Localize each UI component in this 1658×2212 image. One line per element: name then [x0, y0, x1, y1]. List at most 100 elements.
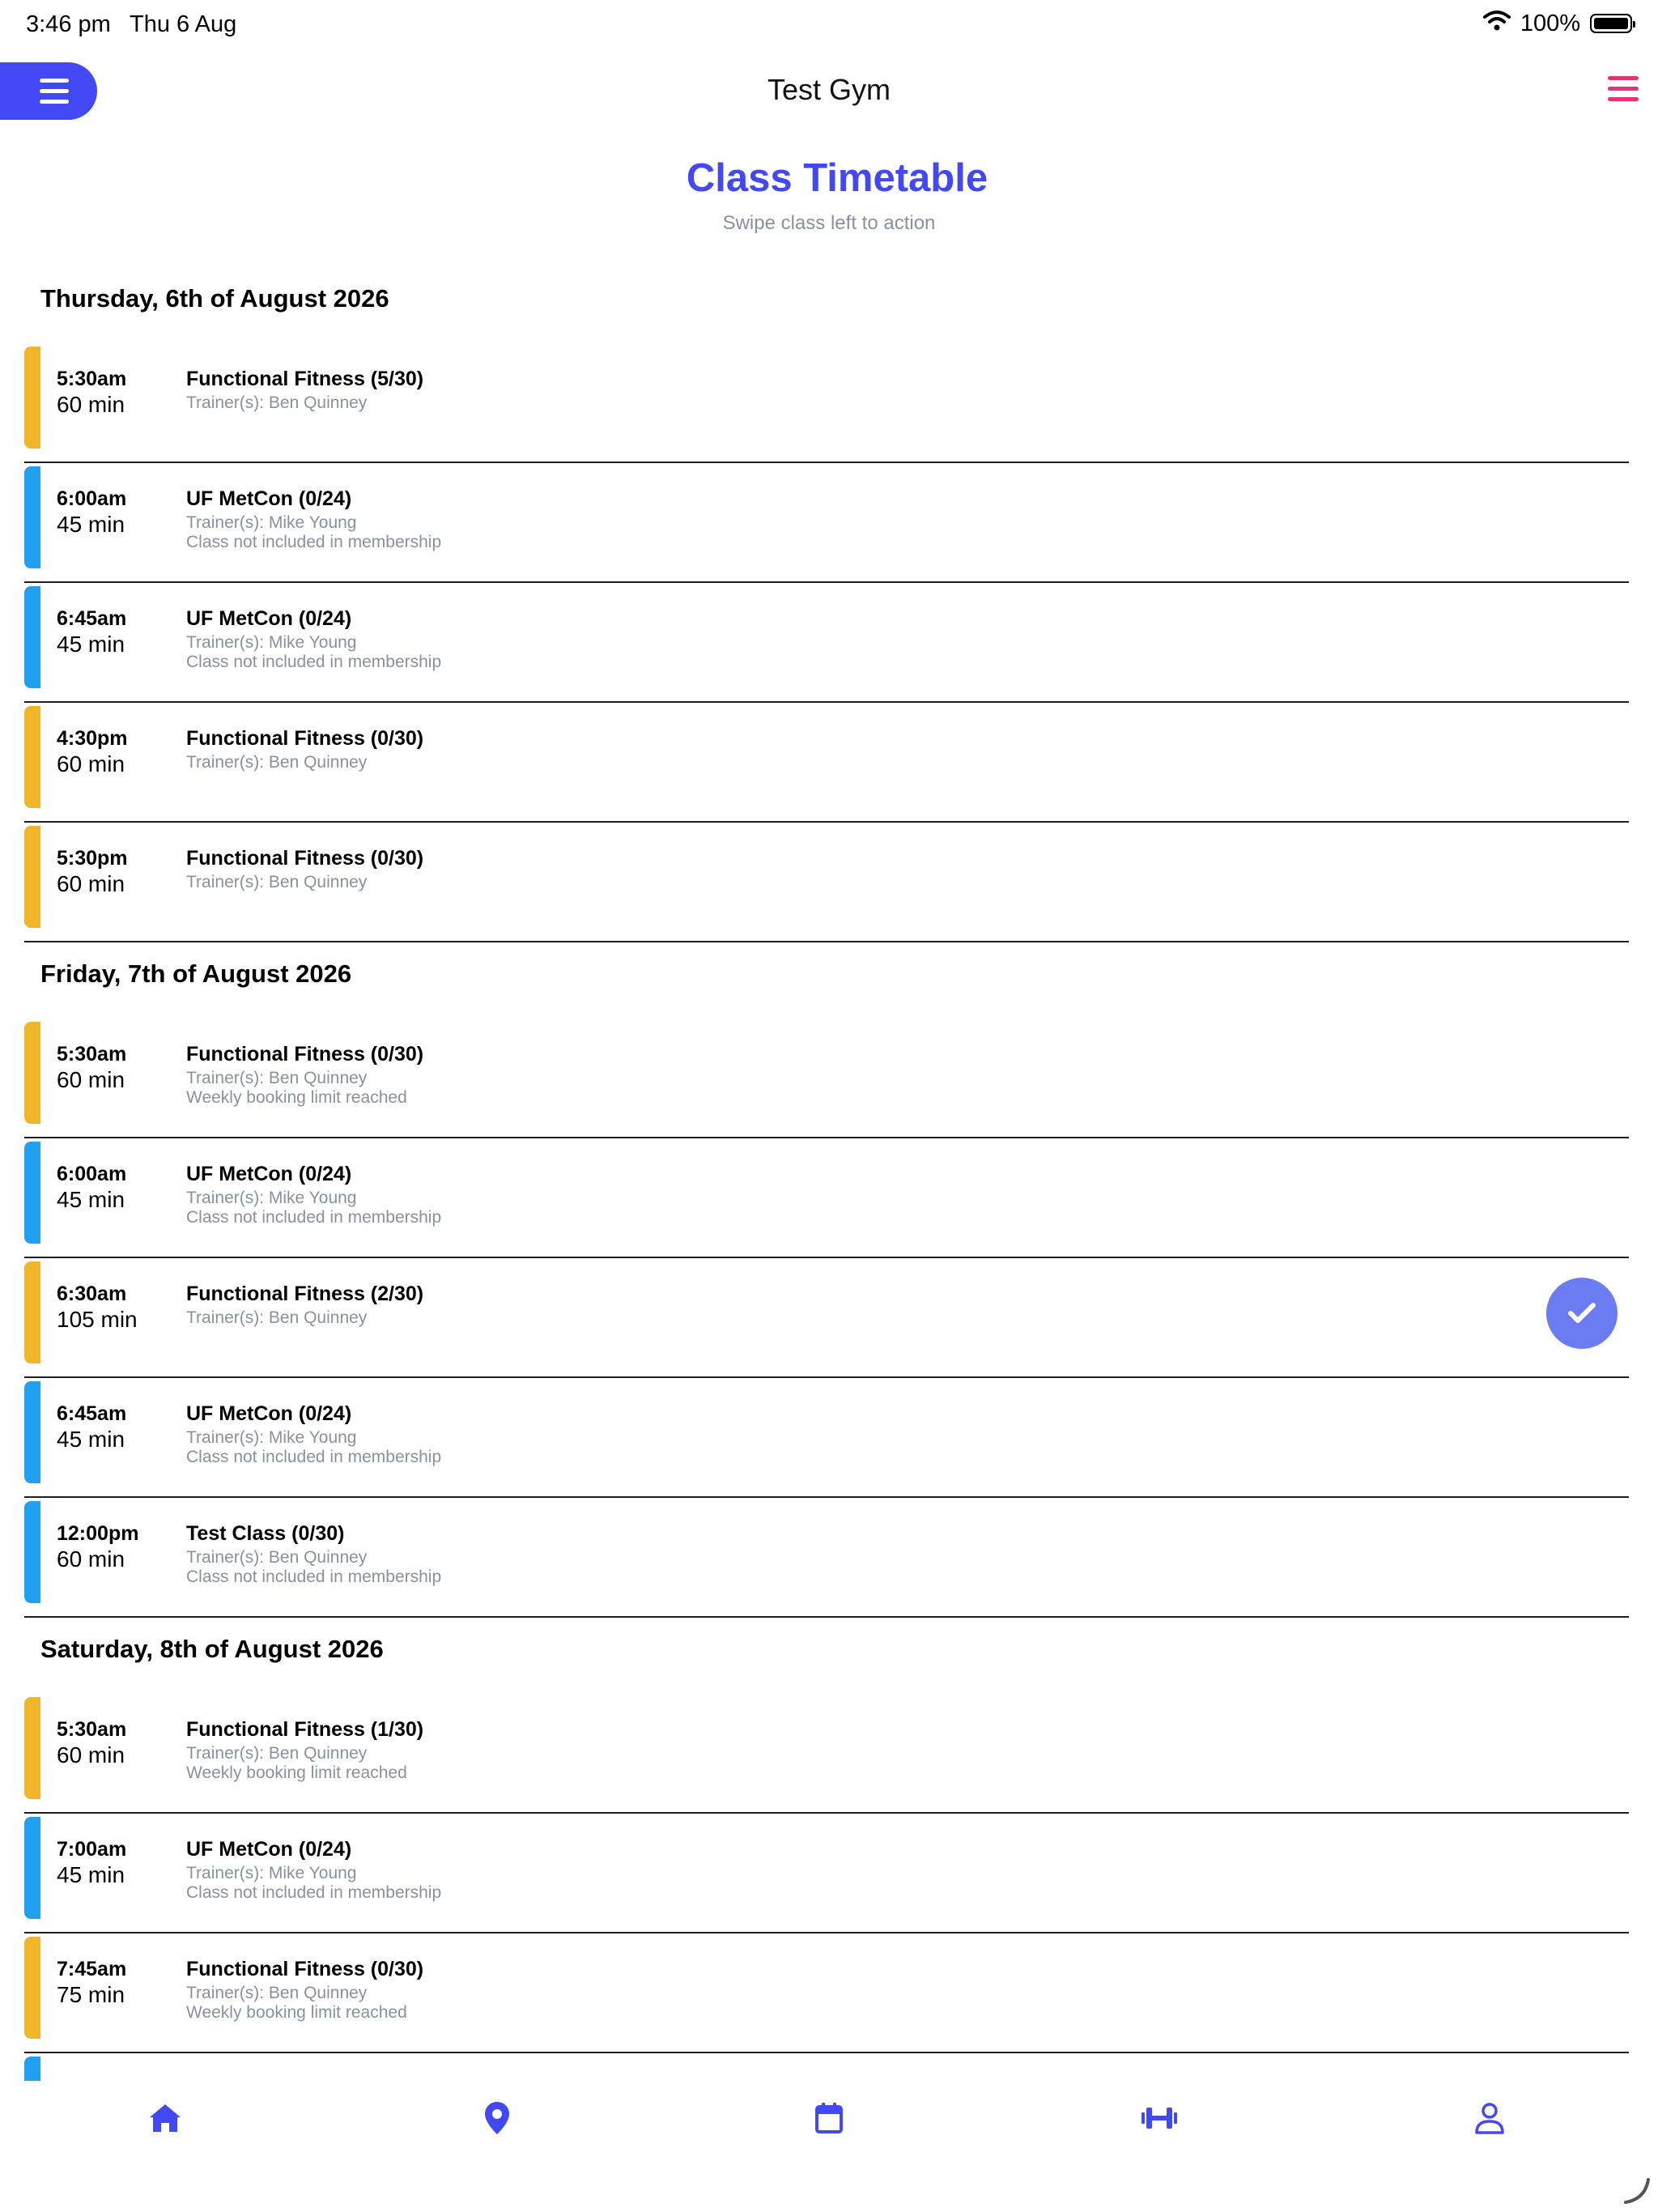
class-duration: 45 min — [57, 1862, 125, 1887]
class-name: Functional Fitness (0/30) — [186, 847, 424, 870]
class-row[interactable]: 6:45am 45 min UF MetCon (0/24) Trainer(s… — [24, 585, 1629, 703]
class-row[interactable]: 8:00am 45 min UF MetCon (0/24) Trainer(s… — [24, 2055, 1629, 2081]
class-trainer: Trainer(s): Mike Young — [186, 633, 357, 652]
class-row[interactable]: 5:30am 60 min Functional Fitness (0/30) … — [24, 1020, 1629, 1138]
class-start-time: 6:45am — [57, 607, 127, 630]
tab-timetable[interactable] — [805, 2094, 853, 2142]
class-type-color-bar — [24, 706, 40, 808]
status-date: Thu 6 Aug — [130, 11, 237, 37]
tab-home[interactable] — [141, 2094, 189, 2142]
class-duration: 60 min — [57, 1742, 125, 1767]
class-note: Weekly booking limit reached — [186, 2003, 407, 2022]
class-name: Functional Fitness (0/30) — [186, 727, 424, 750]
class-type-color-bar — [24, 1501, 40, 1603]
options-menu-button[interactable] — [1608, 76, 1639, 101]
class-name: Functional Fitness (1/30) — [186, 1718, 424, 1741]
class-name: Functional Fitness (5/30) — [186, 368, 424, 390]
class-duration: 60 min — [57, 751, 125, 776]
gym-name: Test Gym — [767, 73, 891, 106]
class-type-color-bar — [24, 1381, 40, 1483]
class-trainer: Trainer(s): Ben Quinney — [186, 393, 368, 412]
day-heading: Thursday, 6th of August 2026 — [40, 284, 389, 313]
class-type-color-bar — [24, 1022, 40, 1124]
user-icon — [1475, 2103, 1504, 2134]
class-name: Functional Fitness (0/30) — [186, 1043, 424, 1066]
class-trainer: Trainer(s): Ben Quinney — [186, 1984, 368, 2002]
class-name: UF MetCon (0/24) — [186, 1163, 352, 1185]
class-trainer: Trainer(s): Mike Young — [186, 1428, 357, 1447]
hamburger-icon — [1608, 76, 1639, 101]
home-icon — [150, 2104, 181, 2132]
class-trainer: Trainer(s): Mike Young — [186, 513, 357, 532]
class-duration: 45 min — [57, 632, 125, 657]
class-start-time: 5:30pm — [57, 847, 128, 870]
day-heading: Friday, 7th of August 2026 — [40, 959, 352, 988]
class-trainer: Trainer(s): Ben Quinney — [186, 1069, 368, 1087]
class-duration: 60 min — [57, 1067, 125, 1092]
check-icon — [1568, 1303, 1596, 1323]
class-row[interactable]: 5:30am 60 min Functional Fitness (1/30) … — [24, 1695, 1629, 1814]
battery-icon — [1590, 14, 1635, 33]
class-name: Functional Fitness (0/30) — [186, 1958, 424, 1980]
class-type-color-bar — [24, 347, 40, 449]
class-duration: 60 min — [57, 1546, 125, 1572]
class-name: UF MetCon (0/24) — [186, 487, 352, 510]
class-note: Class not included in membership — [186, 1208, 442, 1227]
booked-check-button[interactable] — [1546, 1278, 1618, 1349]
class-type-color-bar — [24, 466, 40, 568]
class-duration: 45 min — [57, 1427, 125, 1452]
class-duration: 105 min — [57, 1307, 138, 1332]
class-row[interactable]: 12:00pm 60 min Test Class (0/30) Trainer… — [24, 1499, 1629, 1618]
class-row[interactable]: 5:30am 60 min Functional Fitness (5/30) … — [24, 345, 1629, 463]
class-note: Class not included in membership — [186, 1883, 442, 1902]
page-subtitle: Swipe class left to action — [722, 212, 936, 234]
class-row[interactable]: 7:45am 75 min Functional Fitness (0/30) … — [24, 1935, 1629, 2053]
class-start-time: 6:00am — [57, 1163, 127, 1185]
class-duration: 45 min — [57, 1187, 125, 1212]
class-trainer: Trainer(s): Mike Young — [186, 1189, 357, 1207]
class-type-color-bar — [24, 586, 40, 688]
class-type-color-bar — [24, 1697, 40, 1799]
status-time: 3:46 pm — [26, 11, 111, 37]
class-row[interactable]: 6:30am 105 min Functional Fitness (2/30)… — [24, 1260, 1629, 1378]
tab-profile[interactable] — [1465, 2094, 1514, 2142]
tab-workouts[interactable] — [1135, 2094, 1184, 2142]
day-heading: Saturday, 8th of August 2026 — [40, 1635, 384, 1663]
page-title: Class Timetable — [686, 156, 988, 200]
class-start-time: 5:30am — [57, 368, 127, 390]
class-note: Class not included in membership — [186, 533, 442, 551]
class-trainer: Trainer(s): Mike Young — [186, 1864, 357, 1882]
class-type-color-bar — [24, 2057, 40, 2081]
class-row[interactable]: 5:30pm 60 min Functional Fitness (0/30) … — [24, 824, 1629, 942]
class-trainer: Trainer(s): Ben Quinney — [186, 873, 368, 891]
class-trainer: Trainer(s): Ben Quinney — [186, 1744, 368, 1763]
class-duration: 60 min — [57, 871, 125, 896]
class-trainer: Trainer(s): Ben Quinney — [186, 753, 368, 772]
class-type-color-bar — [24, 1817, 40, 1919]
class-list[interactable]: Thursday, 6th of August 2026 5:30am 60 m… — [0, 267, 1658, 2081]
class-duration: 60 min — [57, 392, 125, 417]
dumbbell-icon — [1141, 2108, 1177, 2129]
class-row[interactable]: 7:00am 45 min UF MetCon (0/24) Trainer(s… — [24, 1815, 1629, 1933]
class-trainer: Trainer(s): Ben Quinney — [186, 1548, 368, 1567]
class-start-time: 6:30am — [57, 1283, 127, 1305]
status-right: 100% — [1482, 10, 1635, 37]
resize-handle-icon — [1621, 2175, 1653, 2207]
class-start-time: 6:00am — [57, 487, 127, 510]
tab-locations[interactable] — [473, 2094, 521, 2142]
class-row[interactable]: 6:45am 45 min UF MetCon (0/24) Trainer(s… — [24, 1380, 1629, 1498]
class-row[interactable]: 6:00am 45 min UF MetCon (0/24) Trainer(s… — [24, 1140, 1629, 1258]
class-row[interactable]: 6:00am 45 min UF MetCon (0/24) Trainer(s… — [24, 465, 1629, 583]
class-start-time: 12:00pm — [57, 1522, 139, 1545]
class-row[interactable]: 4:30pm 60 min Functional Fitness (0/30) … — [24, 704, 1629, 823]
class-duration: 75 min — [57, 1982, 125, 2007]
class-note: Class not included in membership — [186, 653, 442, 671]
class-type-color-bar — [24, 1142, 40, 1244]
class-start-time: 7:45am — [57, 1958, 127, 1980]
class-note: Class not included in membership — [186, 1448, 442, 1466]
class-type-color-bar — [24, 1261, 40, 1363]
class-note: Weekly booking limit reached — [186, 1088, 407, 1107]
class-start-time: 5:30am — [57, 1718, 127, 1741]
class-name: UF MetCon (0/24) — [186, 1838, 352, 1861]
class-type-color-bar — [24, 1937, 40, 2039]
